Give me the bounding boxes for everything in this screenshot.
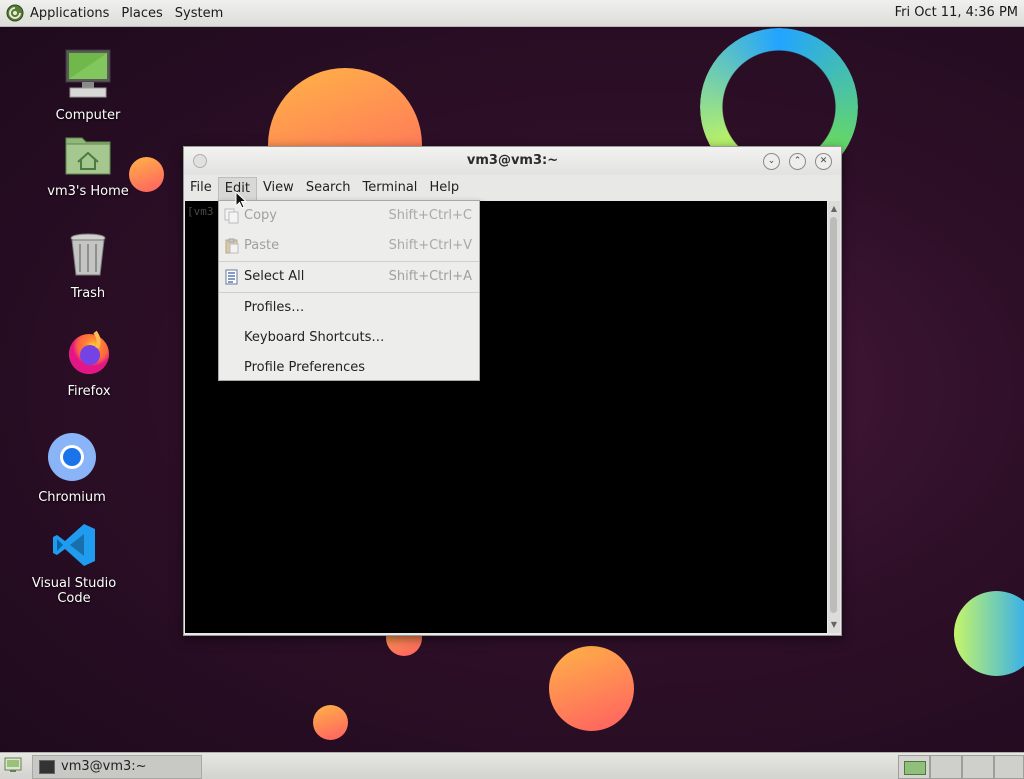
menu-item-accel: Shift+Ctrl+C (388, 208, 472, 223)
taskbar-item-terminal[interactable]: vm3@vm3:~ (32, 755, 202, 779)
menu-item-label: Keyboard Shortcuts… (244, 330, 385, 345)
scroll-up-arrow-icon[interactable]: ▲ (828, 203, 840, 215)
workspace-3[interactable] (962, 755, 994, 779)
window-titlebar[interactable]: vm3@vm3:~ ⌄ ⌃ ✕ (184, 147, 841, 175)
desktop-icon-vscode[interactable]: Visual Studio Code (14, 522, 134, 606)
menu-search[interactable]: Search (300, 177, 357, 199)
paste-icon (225, 238, 239, 254)
menu-item-label: Paste (244, 238, 280, 253)
menu-item-copy[interactable]: Copy Shift+Ctrl+C (219, 201, 479, 231)
desktop-icon-label: Visual Studio Code (31, 576, 117, 606)
workspace-1[interactable] (898, 755, 930, 779)
menu-item-label: Copy (244, 208, 277, 223)
close-button[interactable]: ✕ (815, 153, 832, 170)
menu-item-profiles[interactable]: Profiles… (219, 293, 479, 323)
desktop-icon-label: Computer (55, 108, 121, 123)
bottom-panel: vm3@vm3:~ (0, 752, 1024, 779)
deco-circle-orange-bottom (549, 646, 634, 731)
chromium-icon (48, 433, 96, 481)
minimize-button[interactable]: ⌄ (763, 153, 780, 170)
menu-help[interactable]: Help (423, 177, 465, 199)
menu-view[interactable]: View (257, 177, 300, 199)
show-desktop-icon[interactable] (4, 757, 22, 773)
scroll-down-arrow-icon[interactable]: ▼ (828, 619, 840, 631)
applications-menu[interactable]: Applications (30, 6, 109, 21)
menu-item-label: Profile Preferences (244, 360, 366, 375)
desktop-icon-label: Firefox (67, 384, 111, 399)
menu-terminal[interactable]: Terminal (356, 177, 423, 199)
menu-item-keyboard-shortcuts[interactable]: Keyboard Shortcuts… (219, 323, 479, 353)
menu-item-paste[interactable]: Paste Shift+Ctrl+V (219, 231, 479, 261)
deco-circle-green-right (954, 591, 1024, 676)
select-all-icon (225, 269, 238, 285)
home-folder-icon (65, 137, 111, 175)
menu-file[interactable]: File (184, 177, 218, 199)
mouse-cursor-icon (235, 191, 247, 209)
menu-item-profile-preferences[interactable]: Profile Preferences (219, 353, 479, 383)
menu-item-label: Profiles… (244, 300, 305, 315)
trash-icon (70, 233, 106, 276)
deco-circle-orange-tiny (313, 705, 348, 740)
distro-logo-icon[interactable] (6, 4, 24, 22)
maximize-button[interactable]: ⌃ (789, 153, 806, 170)
edit-menu-dropdown: Copy Shift+Ctrl+C Paste Shift+Ctrl+V Sel… (218, 200, 480, 381)
menu-item-label: Select All (244, 269, 305, 284)
menu-item-select-all[interactable]: Select All Shift+Ctrl+A (219, 262, 479, 292)
workspace-4[interactable] (994, 755, 1024, 779)
window-title: vm3@vm3:~ (466, 153, 559, 168)
terminal-prompt: [vm3 (187, 205, 214, 218)
firefox-icon (69, 330, 109, 374)
computer-icon (65, 49, 111, 98)
desktop-icon-firefox[interactable]: Firefox (29, 328, 149, 399)
desktop-icon-label: vm3's Home (47, 184, 129, 199)
window-menubar: File Edit View Search Terminal Help (184, 175, 841, 201)
desktop-icon-label: Trash (70, 286, 106, 301)
system-menu[interactable]: System (175, 6, 223, 21)
desktop-icon-trash[interactable]: Trash (28, 232, 148, 301)
desktop-icon-computer[interactable]: Computer (28, 48, 148, 123)
menu-item-accel: Shift+Ctrl+V (388, 238, 472, 253)
window-menu-button[interactable] (193, 154, 207, 168)
top-panel: Applications Places System Fri Oct 11, 4… (0, 0, 1024, 27)
copy-icon (224, 208, 239, 224)
places-menu[interactable]: Places (121, 6, 162, 21)
scrollbar-thumb[interactable] (830, 217, 837, 613)
desktop-icon-chromium[interactable]: Chromium (12, 432, 132, 505)
terminal-scrollbar[interactable]: ▲ ▼ (828, 201, 840, 633)
workspace-2[interactable] (930, 755, 962, 779)
terminal-icon (39, 760, 55, 774)
taskbar-item-label: vm3@vm3:~ (61, 759, 147, 774)
workspace-window-thumbnail (904, 761, 926, 775)
desktop-icon-home[interactable]: vm3's Home (28, 132, 148, 199)
vscode-icon (53, 524, 95, 566)
clock[interactable]: Fri Oct 11, 4:36 PM (895, 5, 1018, 20)
menu-item-accel: Shift+Ctrl+A (388, 269, 472, 284)
desktop-icon-label: Chromium (38, 490, 106, 505)
